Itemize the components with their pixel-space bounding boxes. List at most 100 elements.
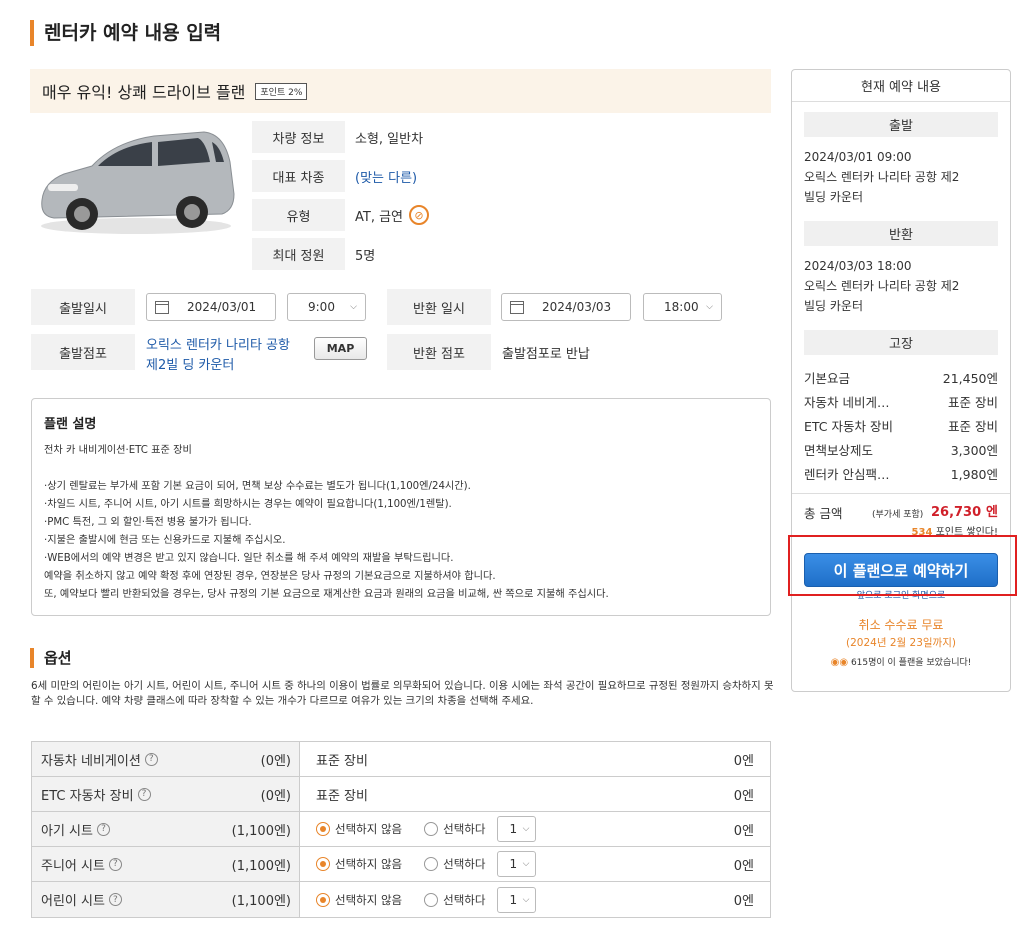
total-amount-value: 26,730 [930, 505, 982, 520]
fee-row: 자동차 네비게… 표준 장비 [804, 389, 998, 413]
desc-line: 전차 카 내비게이션·ETC 표준 장비 [44, 445, 192, 456]
radio-label: 선택하다 [443, 857, 486, 871]
fee-row: ETC 자동차 장비 표준 장비 [804, 413, 998, 437]
return-time-select[interactable]: 18:00 ⌵ [643, 293, 722, 321]
chevron-down-icon: ⌵ [350, 302, 357, 312]
point-badge: 포인트 2% [255, 82, 308, 100]
option-name: 어린이 시트 ? (1,100엔) [32, 882, 300, 917]
summary-return-label: 반환 [804, 221, 998, 246]
radio-label: 선택하다 [443, 892, 486, 907]
option-row-baby-seat: 아기 시트 ? (1,100엔) 선택하지 않음 선택하다 1 ⌵ 0엔 [32, 812, 770, 847]
question-icon[interactable]: ? [108, 857, 122, 871]
options-description: 6세 미만의 어린이는 아기 시트, 어린이 시트, 주니어 시트 중 하나의 … [31, 680, 774, 707]
depart-date-value: 2024/03/01 [187, 300, 257, 314]
quantity-value: 1 [509, 822, 518, 836]
summary-depart-store-line1: 오릭스 렌터카 나리타 공항 제2 [804, 170, 960, 184]
return-store-label: 반환 점포 [387, 334, 491, 370]
radio-not-select[interactable]: 선택하지 않음 [316, 856, 402, 872]
option-row-navigation: 자동차 네비게이션 ? (0엔) 표준 장비 0엔 [32, 742, 770, 777]
radio-dot [316, 822, 330, 836]
question-icon[interactable]: ? [108, 893, 122, 906]
reservation-summary: 현재 예약 내용 출발 2024/03/01 09:00 오릭스 렌터카 나리타… [791, 69, 1011, 692]
fee-value: 21,450엔 [942, 370, 998, 386]
quantity-select[interactable]: 1 ⌵ [497, 851, 537, 877]
option-standard: 표준 장비 [316, 753, 368, 769]
option-row-junior-seat: 주니어 시트 ? (1,100엔) 선택하지 않음 선택하다 1 ⌵ 0엔 [32, 847, 770, 882]
quantity-select[interactable]: 1 ⌵ [497, 816, 537, 842]
plan-header: 매우 유익! 상쾌 드라이브 플랜 포인트 2% [30, 69, 771, 113]
return-date-input[interactable]: 2024/03/03 [501, 293, 631, 321]
car-model-label: 대표 차종 [252, 160, 345, 192]
radio-not-select[interactable]: 선택하지 않음 [316, 892, 402, 908]
car-type-text: AT, 금연 [355, 209, 404, 225]
car-image [41, 131, 235, 234]
radio-label: 선택하지 않음 [335, 822, 403, 836]
car-info-label: 차량 정보 [252, 121, 345, 153]
desc-line: ·WEB에서의 예약 변경은 받고 있지 않습니다. 일단 취소를 해 주셔 예… [44, 553, 454, 564]
option-price: (1,100엔) [231, 894, 291, 909]
summary-title: 현재 예약 내용 [860, 80, 942, 95]
car-type-label: 유형 [252, 199, 345, 231]
options-table: 자동차 네비게이션 ? (0엔) 표준 장비 0엔 ETC 자동차 장비 ? (… [31, 741, 771, 918]
fee-name: 면책보상제도 [804, 442, 874, 458]
map-button[interactable]: MAP [314, 337, 367, 360]
car-model-link[interactable]: (맞는 다른) [355, 167, 417, 186]
radio-select[interactable]: 선택하다 [424, 856, 485, 872]
radio-select[interactable]: 선택하다 [424, 892, 485, 908]
summary-fees-label: 고장 [804, 330, 998, 355]
summary-depart-datetime: 2024/03/01 09:00 [804, 150, 912, 164]
option-name-text: ETC 자동차 장비 [41, 788, 134, 804]
car-info-value: 소형, 일반차 [355, 131, 424, 147]
radio-dot [316, 892, 330, 907]
question-icon[interactable]: ? [96, 822, 110, 836]
option-total: 0엔 [733, 788, 754, 804]
fee-row: 렌터카 안심팩… 1,980엔 [804, 461, 998, 485]
car-info-row: 차량 정보 소형, 일반차 [252, 121, 752, 153]
option-name-text: 주니어 시트 [41, 858, 105, 874]
return-store-value: 출발점포로 반납 [502, 347, 590, 362]
capacity-value: 5명 [355, 248, 376, 264]
fee-name: 기본요금 [804, 370, 851, 386]
car-type-value: AT, 금연 ⊘ [355, 205, 430, 225]
quantity-value: 1 [509, 892, 518, 907]
option-standard: 표준 장비 [316, 788, 368, 804]
radio-dot [424, 857, 439, 871]
car-model-row: 대표 차종 (맞는 다른) [252, 160, 752, 192]
option-name-text: 아기 시트 [41, 823, 93, 839]
question-icon[interactable]: ? [137, 787, 151, 801]
cancel-free-date: (2024년 2월 23일까지) [846, 637, 956, 649]
fee-name: 렌터카 안심팩… [804, 466, 890, 482]
depart-time-select[interactable]: 9:00 ⌵ [287, 293, 366, 321]
option-name: 주니어 시트 ? (1,100엔) [32, 847, 300, 881]
fee-row: 기본요금 21,450엔 [804, 365, 998, 389]
capacity-label: 최대 정원 [252, 238, 345, 270]
total-amount: 26,730 엔 [931, 501, 998, 520]
desc-line: 예약을 취소하지 않고 예약 확정 후에 연장된 경우, 연장분은 당사 규정의… [44, 571, 496, 582]
option-name: ETC 자동차 장비 ? (0엔) [32, 777, 300, 811]
summary-depart-label: 출발 [804, 112, 998, 137]
capacity-row: 최대 정원 5명 [252, 238, 752, 270]
option-price: (1,100엔) [231, 823, 291, 839]
options-title: 옵션 [30, 648, 72, 668]
summary-return-store-line1: 오릭스 렌터카 나리타 공항 제2 [804, 279, 960, 293]
option-total: 0엔 [733, 858, 754, 874]
return-date-value: 2024/03/03 [542, 300, 612, 314]
calendar-icon [510, 300, 524, 314]
fee-value: 표준 장비 [948, 394, 998, 410]
option-row-child-seat: 어린이 시트 ? (1,100엔) 선택하지 않음 선택하다 1 ⌵ 0엔 [32, 882, 770, 917]
page-title: 렌터카 예약 내용 입력 [30, 20, 221, 46]
chevron-down-icon: ⌵ [522, 824, 530, 834]
radio-select[interactable]: 선택하다 [424, 821, 485, 837]
plan-desc-title: 플랜 설명 [44, 417, 97, 432]
radio-dot [316, 857, 330, 871]
radio-label: 선택하지 않음 [335, 892, 403, 907]
radio-label: 선택하지 않음 [335, 857, 403, 871]
radio-not-select[interactable]: 선택하지 않음 [316, 821, 402, 837]
option-name: 자동차 네비게이션 ? (0엔) [32, 742, 300, 776]
quantity-select[interactable]: 1 ⌵ [497, 886, 537, 913]
depart-date-label: 출발일시 [31, 289, 135, 325]
plan-name: 매우 유익! 상쾌 드라이브 플랜 [42, 83, 246, 102]
depart-store-link[interactable]: 오릭스 렌터카 나리타 공항 제2빌 딩 카운터 [146, 336, 306, 376]
depart-date-input[interactable]: 2024/03/01 [146, 293, 276, 321]
question-icon[interactable]: ? [144, 752, 158, 766]
